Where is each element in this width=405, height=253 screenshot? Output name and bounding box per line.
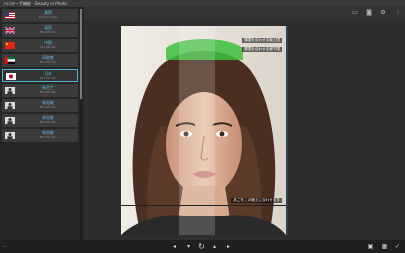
sidebar-item-sg[interactable]: 新加坡 35×45 mm (2, 99, 78, 112)
face-image (121, 26, 286, 235)
us-flag-icon (5, 12, 15, 19)
chin-guide-caption: あごをこの線上に合わせます (231, 198, 282, 203)
sidebar-item-size: 35×45 mm (39, 60, 57, 64)
window-title: ハロター手機能 - Beauty in Photo (3, 1, 67, 6)
sidebar-item-sg2[interactable]: 新加坡 35×45 mm (2, 114, 78, 127)
sidebar-item-nz[interactable]: 新西兰 35×45 mm (2, 84, 78, 97)
sidebar-item-jp[interactable]: 日本 35×45 mm (2, 69, 78, 82)
sidebar-item-us[interactable]: 美国 8.5×11 mm (2, 9, 78, 22)
ae-flag-icon (5, 57, 15, 64)
sidebar-item-cn[interactable]: 中国 33×48 mm (2, 39, 78, 52)
sidebar-item-size: 8.5×11 mm (39, 15, 57, 19)
cn-flag-icon (5, 42, 15, 49)
person-flag-icon (5, 117, 15, 124)
top-limit-upper-caption: 頭頂を合わせる線上限 (242, 38, 282, 43)
rotate-icon[interactable]: ↻ (197, 242, 206, 251)
sidebar-item-size: 33×48 mm (39, 45, 57, 49)
chin-guide-line[interactable] (121, 205, 286, 206)
more-icon[interactable]: ⋮ (393, 8, 403, 18)
sidebar-item-ae[interactable]: 阿联酋 35×45 mm (2, 54, 78, 67)
bottom-left-label: — (3, 244, 7, 249)
person-flag-icon (5, 102, 15, 109)
next-icon[interactable]: ▸ (224, 242, 233, 251)
sidebar-item-size: 35×45 mm (39, 135, 57, 139)
gallery-icon[interactable]: ▭ (350, 8, 360, 18)
sidebar-item-size: 35×45 mm (39, 105, 57, 109)
sidebar-item-uk[interactable]: 英国 35×45 mm (2, 24, 78, 37)
sidebar-item-size: 35×45 mm (39, 120, 57, 124)
camera-icon[interactable]: ◙ (364, 8, 374, 18)
top-limit-lower-caption: 頭頂を合わせる線下限 (242, 47, 282, 52)
settings-icon[interactable]: ⚙ (378, 8, 388, 18)
passport-photo[interactable]: 頭頂を合わせる線上限 頭頂を合わせる線下限 あごをこの線上に合わせます (121, 26, 286, 235)
person-flag-icon (5, 132, 15, 139)
title-bar: ハロター手機能 - Beauty in Photo (0, 0, 405, 7)
check-icon[interactable]: ✓ (393, 242, 402, 251)
sidebar-item-size: 35×45 mm (39, 30, 57, 34)
prev-icon[interactable]: ◂ (170, 242, 179, 251)
down-icon[interactable]: ▾ (184, 242, 193, 251)
uk-flag-icon (5, 27, 15, 34)
grid-icon[interactable]: ▦ (380, 242, 389, 251)
jp-flag-icon (6, 73, 16, 80)
sidebar-item-size: 35×45 mm (39, 90, 57, 94)
sidebar-item-sg3[interactable]: 新加坡 35×45 mm (2, 129, 78, 142)
country-sidebar: 美国 8.5×11 mm 英国 35×45 mm 中国 33×48 mm 阿联酋… (0, 7, 84, 240)
bottom-toolbar: — ◂ ▾ ↻ ▴ ▸ ▣ ▦ ✓ (0, 240, 405, 253)
up-icon[interactable]: ▴ (210, 242, 219, 251)
sidebar-item-size: 35×45 mm (39, 76, 57, 80)
person-flag-icon (5, 87, 15, 94)
photo-edge-ruler (286, 26, 288, 235)
crop-icon[interactable]: ▣ (366, 242, 375, 251)
sidebar-scrollbar[interactable] (80, 9, 82, 99)
